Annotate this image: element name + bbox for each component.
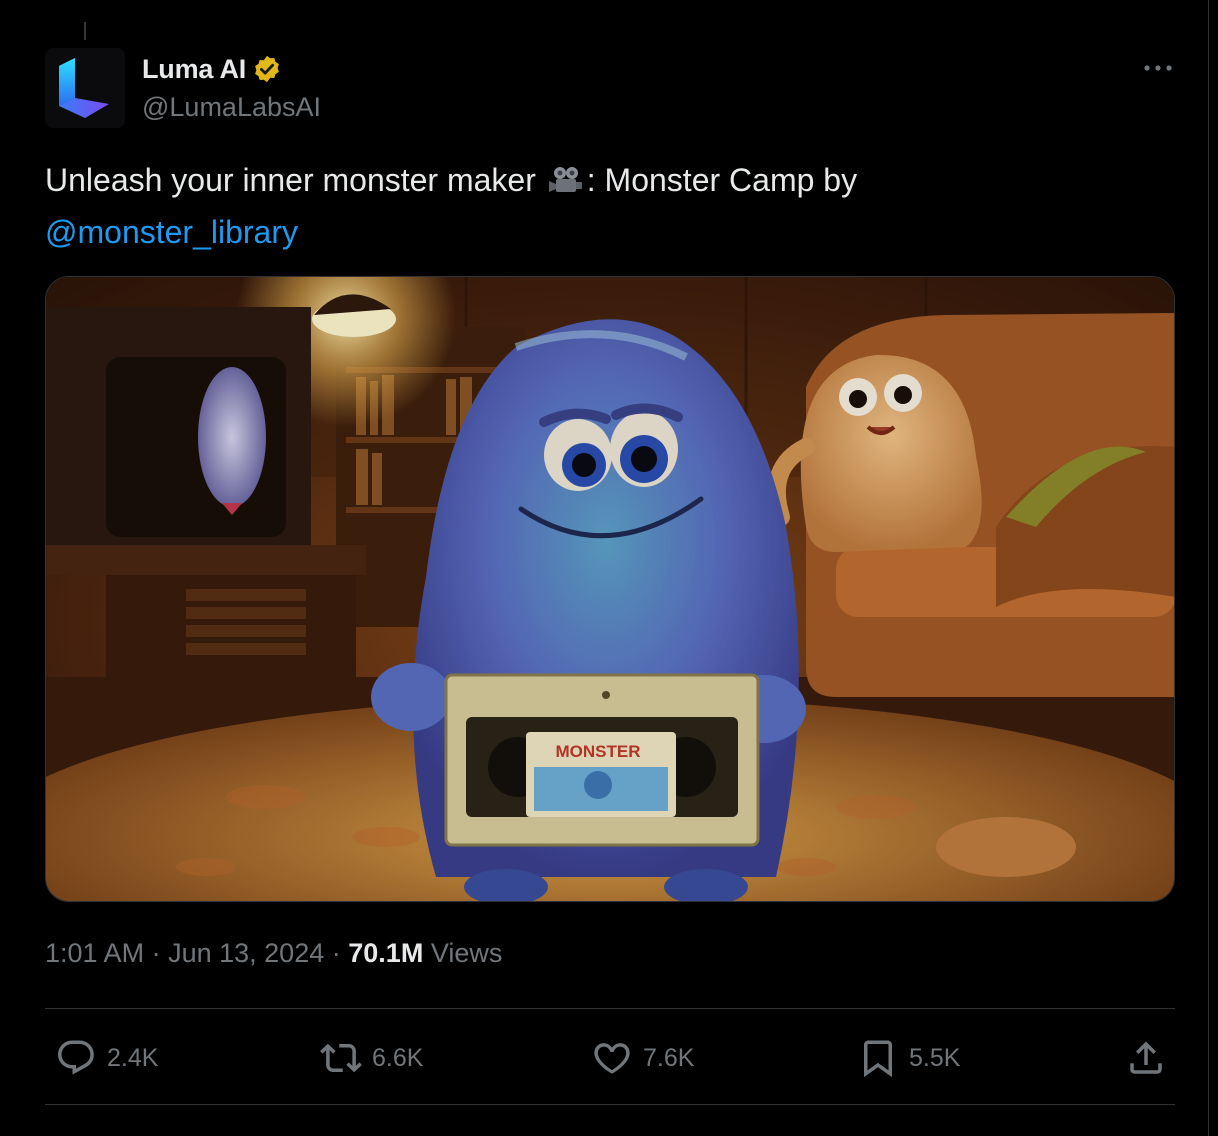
- tweet-text: Unleash your inner monster maker : Monst…: [45, 156, 1165, 256]
- repost-button[interactable]: 6.6K: [320, 1012, 423, 1104]
- movie-camera-icon: [547, 160, 585, 208]
- mention-link[interactable]: @monster_library: [45, 214, 298, 250]
- avatar[interactable]: [45, 48, 125, 128]
- thread-connector: [84, 22, 86, 40]
- action-bar: 2.4K 6.6K 7.6K 5.5K: [45, 1012, 1175, 1104]
- like-button[interactable]: 7.6K: [591, 1012, 694, 1104]
- like-count: 7.6K: [643, 1043, 695, 1072]
- luma-logo-icon: [45, 48, 125, 128]
- author-name-row: Luma AI: [142, 52, 282, 86]
- meta-separator-2: ·: [331, 938, 341, 968]
- more-options-button[interactable]: [1138, 52, 1178, 84]
- bookmark-button[interactable]: 5.5K: [857, 1012, 960, 1104]
- reply-count: 2.4K: [107, 1043, 159, 1072]
- meta-separator-1: ·: [151, 938, 161, 968]
- share-button[interactable]: [1125, 1012, 1167, 1104]
- reply-icon: [58, 1040, 94, 1075]
- divider-bottom: [45, 1104, 1175, 1105]
- tweet-text-part-2: : Monster Camp by: [586, 162, 858, 198]
- tweet-time[interactable]: 1:01 AM: [45, 938, 144, 968]
- reply-button[interactable]: 2.4K: [55, 1012, 158, 1104]
- views-count: 70.1M: [348, 938, 424, 968]
- tweet-detail: Luma AI @LumaLabsAI Unleash your inner m…: [0, 0, 1218, 1136]
- tweet-text-part-1: Unleash your inner monster maker: [45, 162, 536, 198]
- share-icon: [1130, 1041, 1162, 1074]
- repost-icon: [320, 1043, 362, 1073]
- tweet-meta: 1:01 AM · Jun 13, 2024 · 70.1M Views: [45, 938, 502, 969]
- verified-badge-icon[interactable]: [252, 54, 282, 84]
- bookmark-count: 5.5K: [909, 1043, 961, 1072]
- column-border: [1208, 0, 1209, 1136]
- author-display-name[interactable]: Luma AI: [142, 54, 246, 85]
- author-handle[interactable]: @LumaLabsAI: [142, 92, 321, 123]
- media-video[interactable]: MONSTER: [45, 276, 1175, 902]
- repost-count: 6.6K: [372, 1043, 424, 1072]
- heart-icon: [594, 1043, 630, 1074]
- bookmark-icon: [864, 1040, 892, 1078]
- views-label: Views: [430, 938, 503, 968]
- more-dots-icon: [1144, 65, 1172, 71]
- divider-top: [45, 1008, 1175, 1009]
- tweet-date[interactable]: Jun 13, 2024: [168, 938, 324, 968]
- video-thumbnail: MONSTER: [46, 277, 1174, 901]
